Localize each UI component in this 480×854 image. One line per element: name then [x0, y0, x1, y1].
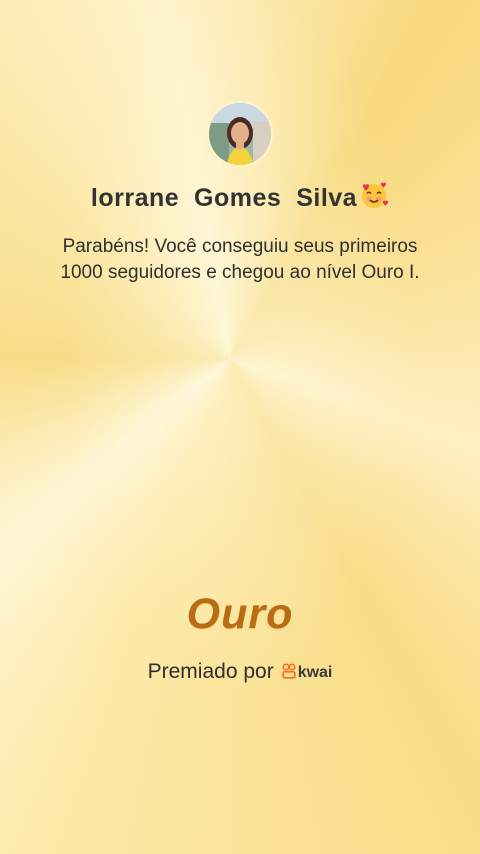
award-prefix: Premiado por — [147, 660, 274, 683]
user-photo — [209, 103, 271, 165]
kwai-logo-icon — [282, 662, 296, 684]
achievement-message: Parabéns! Você conseguiu seus primeiros … — [60, 236, 420, 283]
award-line: Premiado por kwai — [0, 660, 480, 684]
level-title: Ouro — [186, 590, 294, 638]
user-name: lorrane Gomes Silva — [0, 180, 480, 217]
avatar — [207, 101, 273, 167]
smiling-face-with-hearts-icon — [359, 180, 389, 217]
user-name-text: lorrane Gomes Silva — [90, 184, 358, 212]
kwai-brand: kwai — [282, 662, 333, 684]
achievement-card: lorrane Gomes Silva Parabéns! Você conse… — [0, 0, 480, 854]
kwai-brand-name: kwai — [297, 664, 333, 681]
